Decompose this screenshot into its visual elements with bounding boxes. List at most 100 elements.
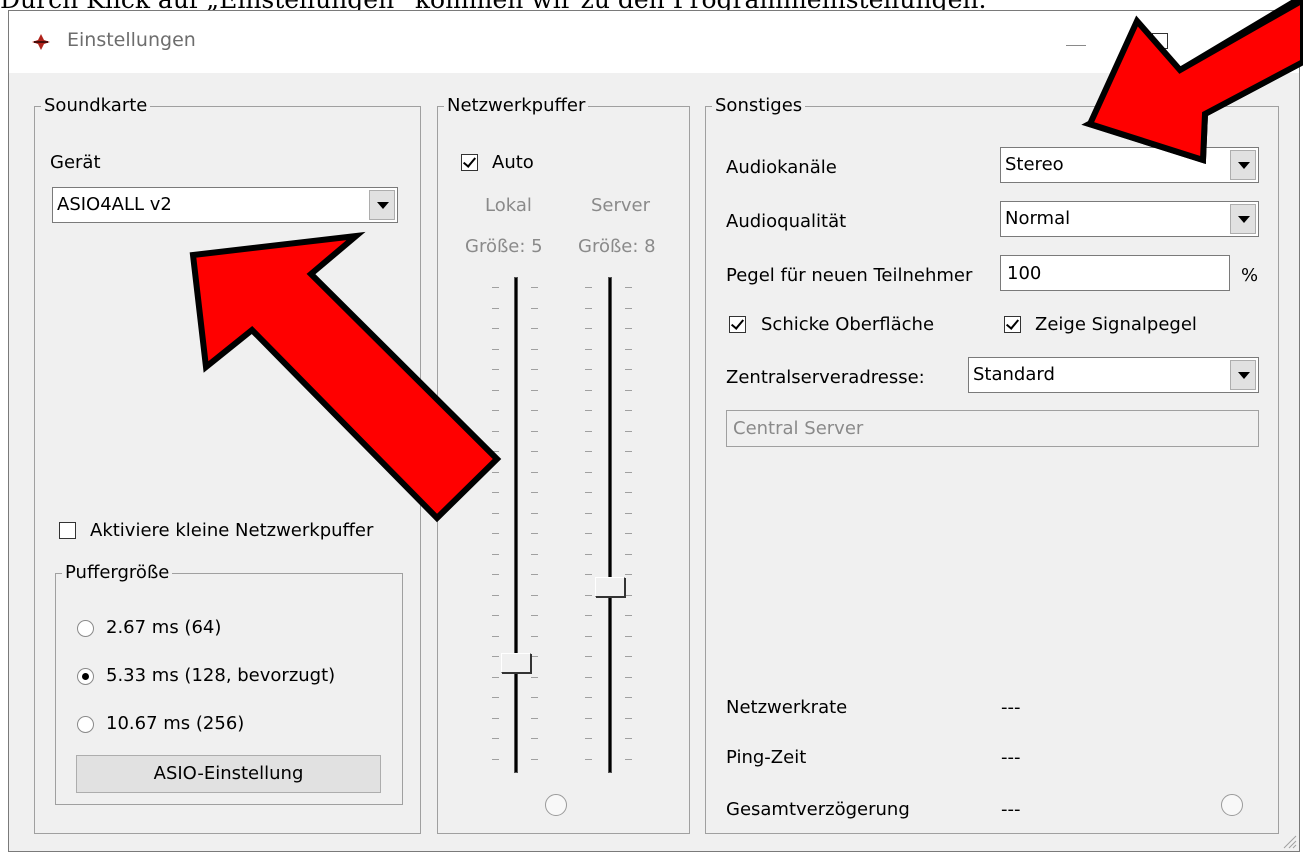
auto-checkbox[interactable] (461, 154, 478, 171)
device-label: Gerät (50, 152, 101, 173)
maximize-button[interactable] (1139, 21, 1179, 61)
buffer-status-led (545, 794, 567, 816)
chevron-down-icon[interactable] (1230, 360, 1256, 390)
slider-tick (531, 287, 538, 288)
resize-grip-icon[interactable] (1281, 833, 1297, 849)
slider-tick (625, 697, 632, 698)
slider-tick (625, 471, 632, 473)
local-slider-thumb[interactable] (501, 653, 531, 673)
jamulus-logo-icon (32, 34, 50, 50)
slider-tick (492, 758, 499, 760)
slider-tick (625, 656, 632, 657)
chevron-down-icon[interactable] (1230, 204, 1256, 234)
slider-tick (492, 492, 499, 493)
slider-tick (585, 369, 592, 370)
slider-tick (585, 635, 592, 637)
slider-tick (625, 307, 632, 309)
slider-tick (531, 738, 538, 739)
audio-channels-select[interactable]: Stereo (1000, 147, 1259, 183)
slider-tick (492, 471, 499, 473)
auto-label: Auto (492, 152, 534, 173)
audio-quality-select[interactable]: Normal (1000, 201, 1259, 237)
show-levels-checkbox[interactable] (1004, 316, 1021, 333)
asio-settings-button[interactable]: ASIO-Einstellung (76, 755, 381, 793)
buffer-radio-256[interactable] (77, 716, 94, 733)
network-rate-value: --- (1001, 697, 1021, 718)
slider-tick (492, 389, 499, 391)
slider-tick (585, 533, 592, 534)
server-slider-track[interactable] (608, 277, 612, 773)
slider-tick (531, 676, 538, 678)
slider-tick (625, 451, 632, 452)
network-rate-label: Netzwerkrate (726, 697, 848, 718)
total-delay-label: Gesamtverzögerung (726, 799, 910, 820)
slider-tick (531, 492, 538, 493)
minimize-button[interactable] (1056, 21, 1096, 61)
chevron-down-icon[interactable] (369, 190, 395, 220)
slider-tick (492, 553, 499, 555)
audio-quality-label: Audioqualität (726, 211, 847, 232)
fancy-skin-checkbox[interactable] (729, 316, 746, 333)
audio-quality-value: Normal (1005, 208, 1071, 229)
soundcard-group-title: Soundkarte (41, 95, 151, 117)
new-client-level-input[interactable]: 100 (1000, 255, 1230, 291)
local-size-label: Größe: 5 (465, 236, 543, 257)
slider-tick (585, 348, 592, 350)
chevron-down-icon[interactable] (1230, 150, 1256, 180)
slider-tick (625, 635, 632, 637)
server-label: Server (591, 195, 651, 216)
network-buffer-group-title: Netzwerkpuffer (444, 95, 589, 117)
local-label: Lokal (485, 195, 532, 216)
slider-tick (585, 656, 592, 657)
slider-tick (531, 656, 538, 657)
slider-tick (625, 492, 632, 493)
slider-tick (492, 307, 499, 309)
buffer-size-group-title: Puffergröße (62, 562, 173, 584)
central-server-address-input[interactable]: Central Server (726, 410, 1259, 447)
local-slider-track[interactable] (514, 277, 518, 773)
device-select[interactable]: ASIO4ALL v2 (52, 187, 398, 223)
slider-tick (492, 328, 499, 329)
title-bar: Einstellungen (9, 11, 1299, 73)
audio-channels-label: Audiokanäle (726, 157, 837, 178)
slider-tick (531, 574, 538, 575)
slider-tick (531, 451, 538, 452)
slider-tick (492, 717, 499, 719)
slider-tick (625, 512, 632, 514)
slider-tick (492, 410, 499, 411)
slider-tick (531, 697, 538, 698)
central-server-select[interactable]: Standard (968, 357, 1259, 393)
slider-tick (585, 594, 592, 596)
ping-time-value: --- (1001, 747, 1021, 768)
slider-tick (531, 758, 538, 760)
slider-tick (492, 512, 499, 514)
slider-tick (531, 594, 538, 596)
server-size-label: Größe: 8 (578, 236, 656, 257)
misc-group-title: Sonstiges (712, 95, 806, 117)
buffer-radio-128[interactable] (77, 668, 94, 685)
central-server-label: Zentralserveradresse: (726, 367, 925, 388)
central-server-value: Standard (973, 364, 1055, 385)
device-select-value: ASIO4ALL v2 (57, 194, 172, 215)
central-server-address-value: Central Server (733, 418, 864, 439)
slider-tick (492, 697, 499, 698)
slider-tick (531, 512, 538, 514)
buffer-option-128: 5.33 ms (128, bevorzugt) (106, 665, 336, 686)
slider-tick (531, 430, 538, 432)
slider-tick (531, 471, 538, 473)
slider-tick (585, 451, 592, 452)
slider-tick (492, 348, 499, 350)
small-buffers-checkbox[interactable] (59, 522, 76, 539)
slider-tick (531, 328, 538, 329)
slider-tick (625, 615, 632, 616)
slider-tick (625, 287, 632, 288)
slider-tick (625, 348, 632, 350)
slider-tick (531, 635, 538, 637)
server-slider-thumb[interactable] (595, 577, 625, 597)
slider-tick (625, 676, 632, 678)
slider-tick (585, 492, 592, 493)
buffer-radio-64[interactable] (77, 620, 94, 637)
ping-time-label: Ping-Zeit (726, 747, 807, 768)
new-client-level-label: Pegel für neuen Teilnehmer (726, 265, 973, 286)
show-levels-label: Zeige Signalpegel (1035, 314, 1197, 335)
